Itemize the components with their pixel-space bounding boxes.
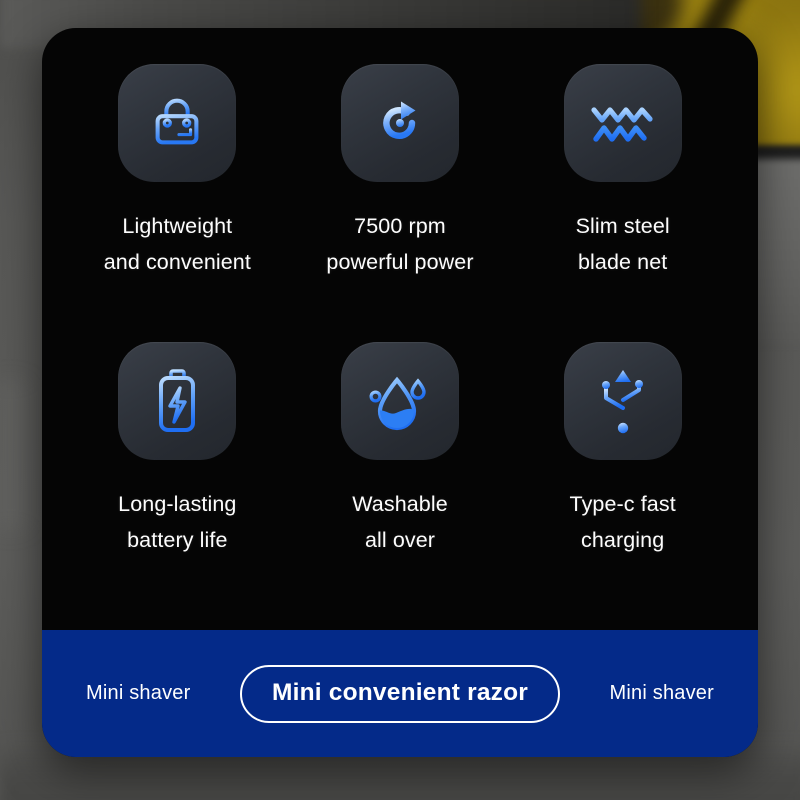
feature-caption: Lightweight and convenient — [104, 208, 251, 280]
feature-item-rpm[interactable]: 7500 rpm powerful power — [289, 64, 512, 342]
banner-right-label: Mini shaver — [609, 682, 714, 704]
feature-item-blade-net[interactable]: Slim steel blade net — [511, 64, 734, 342]
rotation-refresh-icon — [368, 91, 432, 155]
usb-icon — [595, 366, 651, 436]
zigzag-blade-net-icon — [589, 95, 657, 151]
feature-caption: Type-c fast charging — [570, 486, 676, 558]
feature-caption-line1: Long-lasting — [118, 492, 237, 516]
feature-item-washable[interactable]: Washable all over — [289, 342, 512, 620]
feature-item-typec[interactable]: Type-c fast charging — [511, 342, 734, 620]
feature-caption-line2: blade net — [577, 250, 668, 274]
feature-grid: Lightweight and convenient 7500 rpm powe… — [42, 28, 758, 630]
background-left-sheen — [0, 380, 36, 530]
feature-caption-line1: Lightweight — [122, 214, 233, 238]
feature-caption-line1: Type-c fast — [569, 492, 676, 516]
feature-icon-tile — [118, 342, 237, 460]
feature-caption-line2: powerful power — [326, 250, 474, 274]
feature-caption: 7500 rpm powerful power — [326, 208, 473, 280]
feature-caption-line1: Slim steel — [575, 214, 670, 238]
shopping-bag-icon — [146, 92, 208, 154]
feature-icon-tile — [563, 342, 682, 460]
feature-caption-line1: 7500 rpm — [354, 214, 446, 238]
feature-caption-line2: and convenient — [103, 250, 251, 274]
feature-item-battery[interactable]: Long-lasting battery life — [66, 342, 289, 620]
bottom-banner: Mini shaver Mini convenient razor Mini s… — [42, 630, 758, 757]
feature-icon-tile — [118, 64, 237, 182]
feature-item-lightweight[interactable]: Lightweight and convenient — [66, 64, 289, 342]
banner-left-label: Mini shaver — [86, 682, 191, 704]
feature-caption: Slim steel blade net — [576, 208, 670, 280]
battery-charge-icon — [153, 368, 201, 434]
banner-pill-button[interactable]: Mini convenient razor — [239, 664, 561, 723]
feature-caption: Long-lasting battery life — [118, 486, 236, 558]
feature-icon-tile — [340, 342, 459, 460]
feature-icon-tile — [563, 64, 682, 182]
feature-caption-line2: battery life — [127, 528, 228, 552]
feature-caption-line2: charging — [581, 528, 665, 552]
water-droplet-icon — [366, 368, 434, 434]
feature-caption-line1: Washable — [352, 492, 448, 516]
product-feature-card: Lightweight and convenient 7500 rpm powe… — [42, 28, 758, 757]
feature-caption: Washable all over — [352, 486, 448, 558]
feature-icon-tile — [340, 64, 459, 182]
feature-caption-line2: all over — [364, 528, 436, 552]
